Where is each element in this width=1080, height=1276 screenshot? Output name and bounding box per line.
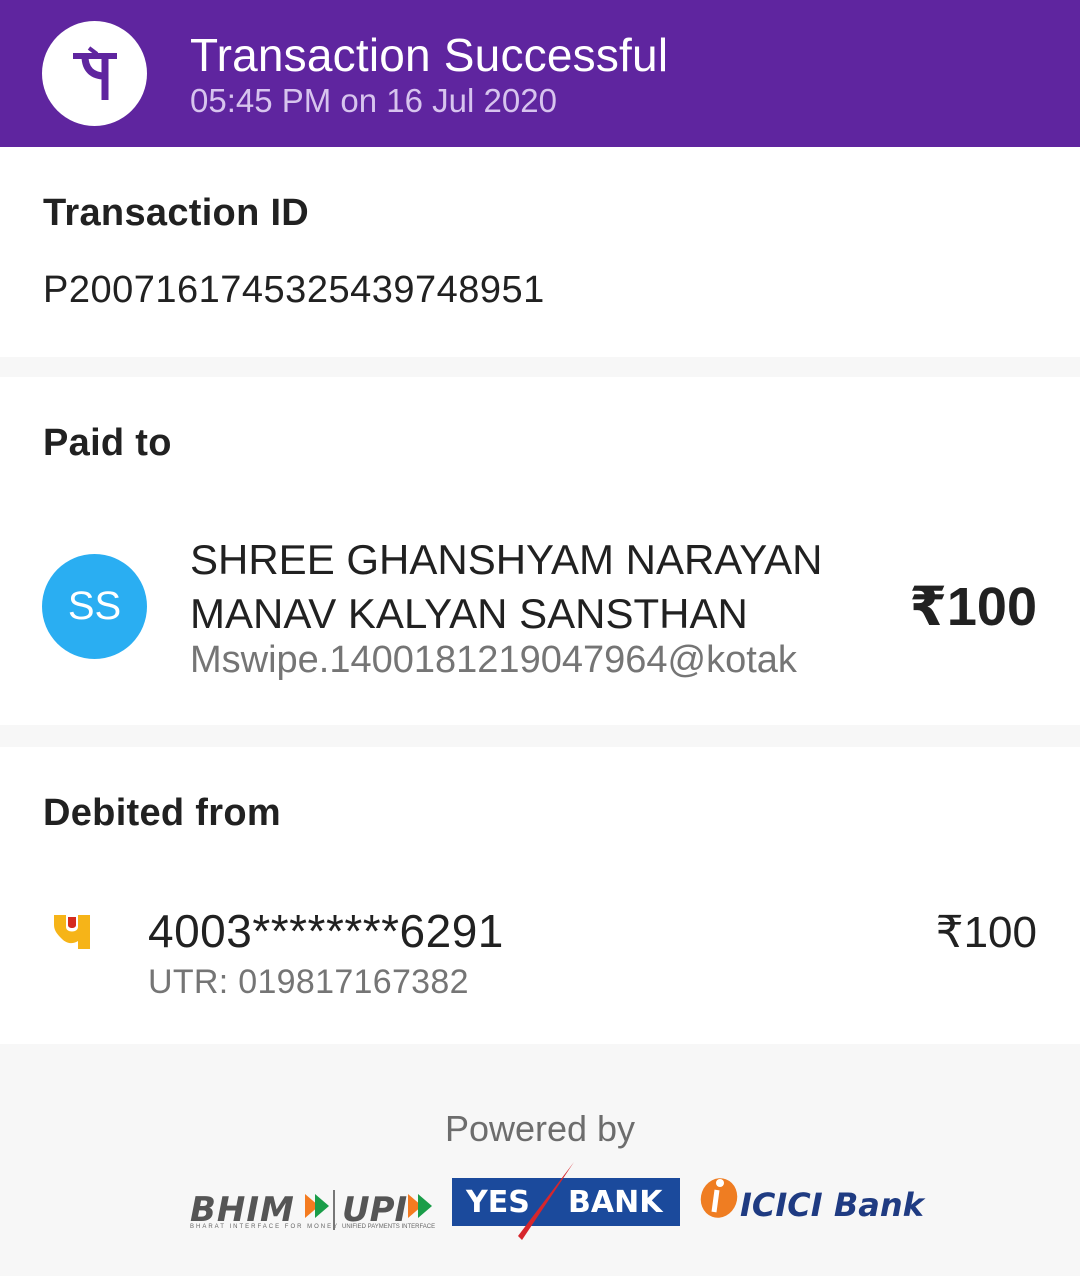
transaction-id-value[interactable]: P2007161745325439748951 xyxy=(43,269,545,312)
transaction-datetime: 05:45 PM on 16 Jul 2020 xyxy=(190,82,557,119)
transaction-id-card: Transaction ID P2007161745325439748951 xyxy=(0,147,1080,357)
payee-avatar-initials: SS xyxy=(67,584,122,628)
payee-avatar: SS xyxy=(42,554,147,659)
debited-amount: ₹100 xyxy=(935,908,1037,957)
header-bar: Transaction Successful 05:45 PM on 16 Ju… xyxy=(0,0,1080,147)
page-title: Transaction Successful xyxy=(190,29,669,81)
powered-by-label: Powered by xyxy=(444,1108,636,1149)
debited-from-card: Debited from 4003********6291 UTR: 01981… xyxy=(0,747,1080,1044)
upi-arrow-icon xyxy=(408,1194,432,1218)
account-number: 4003********6291 xyxy=(148,905,504,957)
paid-to-label: Paid to xyxy=(43,422,172,464)
pnb-bank-icon xyxy=(50,913,94,951)
icici-logo-icon xyxy=(700,1178,738,1218)
paid-to-card: Paid to SS SHREE GHANSHYAM NARAYAN MANAV… xyxy=(0,377,1080,725)
upi-tagline: UNIFIED PAYMENTS INTERFACE xyxy=(342,1224,436,1230)
payee-name: SHREE GHANSHYAM NARAYAN MANAV KALYAN SAN… xyxy=(190,536,823,637)
debited-from-label: Debited from xyxy=(43,792,281,834)
payee-vpa: Mswipe.1400181219047964@kotak xyxy=(190,639,797,681)
bhim-tagline: BHARAT INTERFACE FOR MONEY xyxy=(190,1224,340,1230)
yes-bank-logo-bank: BANK xyxy=(568,1185,663,1220)
logo-divider xyxy=(333,1190,335,1230)
phonepe-logo-icon xyxy=(42,21,147,126)
partner-logos: BHIM BHARAT INTERFACE FOR MONEY UPI UNIF… xyxy=(0,1160,1080,1250)
icici-bank-logo: ICICI Bank xyxy=(740,1186,924,1224)
bhim-arrow-icon xyxy=(305,1194,329,1218)
transaction-id-label: Transaction ID xyxy=(43,192,310,234)
utr-number[interactable]: UTR: 019817167382 xyxy=(148,963,469,1002)
paid-amount: ₹100 xyxy=(909,577,1037,637)
yes-bank-slash-icon xyxy=(518,1162,574,1240)
